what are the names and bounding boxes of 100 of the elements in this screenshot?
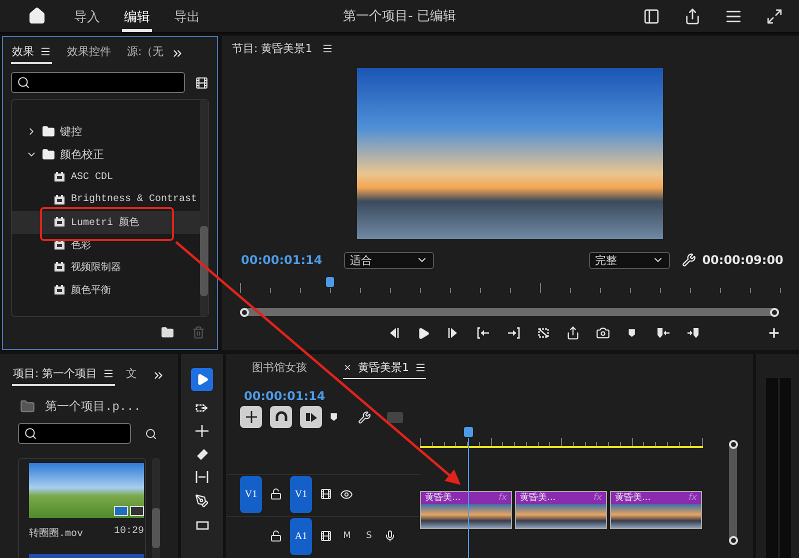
menu-icon[interactable]: [40, 46, 51, 57]
scrollbar[interactable]: [200, 100, 208, 316]
track-select-icon[interactable]: [194, 402, 210, 414]
new-folder-icon[interactable]: [161, 326, 174, 339]
zoom-dropdown[interactable]: 适合: [344, 252, 434, 268]
pen-icon[interactable]: [195, 494, 209, 508]
quality-dropdown[interactable]: 完整: [589, 252, 670, 268]
lock-icon[interactable]: [270, 488, 282, 500]
close-icon[interactable]: [343, 362, 352, 372]
marker-back-icon[interactable]: [655, 327, 671, 339]
selection-tool[interactable]: [191, 368, 213, 391]
playhead[interactable]: [326, 277, 334, 287]
home-icon[interactable]: [28, 7, 46, 25]
solo-toggle[interactable]: S: [362, 531, 376, 541]
clip-label: 黄昏美...: [615, 492, 651, 504]
track-target[interactable]: A1: [290, 518, 312, 554]
project-path: 第一个项目.p...: [45, 399, 142, 415]
panel-tab[interactable]: 源:（无: [126, 42, 165, 64]
film-icon[interactable]: [320, 488, 332, 500]
settings-icon[interactable]: [682, 253, 696, 267]
workspace-tab[interactable]: 编辑: [122, 0, 152, 32]
preset-icon[interactable]: [195, 76, 209, 90]
scrollbar-thumb[interactable]: [200, 226, 208, 296]
panel-icon[interactable]: [643, 8, 660, 24]
magnet-icon[interactable]: [274, 411, 288, 423]
parent-folder-icon[interactable]: [20, 399, 35, 414]
scrollbar[interactable]: [152, 458, 160, 558]
mute-toggle[interactable]: M: [340, 531, 354, 541]
film-icon[interactable]: [320, 530, 332, 542]
menu-icon[interactable]: [103, 368, 114, 379]
photo-placeholder[interactable]: [29, 463, 144, 518]
workspace-tab[interactable]: 导出: [172, 0, 202, 32]
eye-icon[interactable]: [340, 488, 353, 500]
workspace-tab[interactable]: 导入: [72, 0, 102, 32]
folder-icon: [42, 125, 55, 138]
safe-margins-icon[interactable]: [536, 327, 550, 339]
camera-icon[interactable]: [596, 326, 610, 340]
window-title: 第一个项目- 已编辑: [343, 8, 456, 25]
step-forward-icon[interactable]: [446, 327, 460, 339]
video-clip[interactable]: 黄昏美... fx: [420, 491, 512, 529]
slip-icon[interactable]: [194, 471, 210, 483]
lock-icon[interactable]: [270, 530, 282, 542]
effect-icon: [54, 262, 65, 272]
video-clip[interactable]: 黄昏美... fx: [610, 491, 702, 529]
panel-tab[interactable]: 效果控件: [66, 42, 112, 64]
sequence-tab[interactable]: 黄昏美景1: [343, 356, 426, 378]
fx-label: fx: [688, 492, 697, 504]
playhead[interactable]: [464, 427, 473, 437]
rectangle-tool-icon[interactable]: [196, 519, 208, 531]
marker-icon[interactable]: [330, 411, 340, 423]
ripple-edit-icon[interactable]: [194, 425, 210, 437]
clip-name: 转圈圈.mov: [29, 527, 84, 540]
marker-icon[interactable]: [628, 327, 638, 339]
split-icon[interactable]: [244, 411, 258, 423]
panel-tab[interactable]: 项目: 第一个项目: [12, 364, 116, 386]
menu-icon[interactable]: [415, 362, 426, 372]
panel-tab[interactable]: 文: [125, 364, 138, 386]
add-button-icon[interactable]: [767, 326, 781, 340]
go-to-out-icon[interactable]: [506, 327, 520, 339]
current-timecode[interactable]: 00:00:01:14: [241, 253, 322, 267]
link-icon[interactable]: [304, 411, 318, 423]
folder-label[interactable]: 键控: [60, 124, 82, 139]
current-timecode[interactable]: 00:00:01:14: [244, 389, 326, 403]
panel-tab[interactable]: 效果: [11, 42, 52, 64]
marker-forward-icon[interactable]: [685, 327, 701, 339]
vertical-scrollbar[interactable]: [729, 440, 737, 545]
export-icon[interactable]: [566, 326, 580, 340]
nest-button[interactable]: [240, 406, 262, 428]
search-field[interactable]: [11, 72, 186, 93]
snap-button[interactable]: [270, 406, 292, 428]
zoom-scrollbar[interactable]: [240, 308, 779, 316]
search-icon: [24, 427, 37, 440]
clip-label: 黄昏美...: [520, 492, 556, 504]
go-to-in-icon[interactable]: [476, 327, 490, 339]
share-icon[interactable]: [684, 8, 701, 24]
video-clip[interactable]: 黄昏美... fx: [515, 491, 607, 529]
pointer-icon: [196, 373, 208, 386]
fx-label: fx: [498, 492, 507, 504]
effect-item[interactable]: Brightness & Contrast: [12, 188, 200, 211]
effect-item[interactable]: 视频限制器: [12, 256, 200, 278]
timeline-ruler[interactable]: [420, 436, 703, 448]
search-icon: [17, 76, 30, 89]
find-icon[interactable]: [145, 428, 157, 440]
sequence-tab[interactable]: 图书馆女孩: [252, 356, 307, 378]
razor-icon[interactable]: [196, 448, 208, 460]
effect-item[interactable]: ASC CDL: [12, 166, 200, 188]
effect-item[interactable]: Lumetri 颜色: [12, 211, 200, 234]
clip-label: 黄昏美...: [425, 492, 461, 504]
play-icon[interactable]: [416, 326, 430, 340]
effect-item[interactable]: 颜色平衡: [12, 278, 200, 301]
scrollbar-thumb[interactable]: [152, 508, 160, 548]
source-patch[interactable]: V1: [240, 476, 262, 512]
linked-selection-button[interactable]: [300, 406, 322, 428]
folder-label[interactable]: 颜色校正: [60, 147, 104, 162]
search-field[interactable]: [18, 423, 131, 444]
menu-icon[interactable]: [322, 42, 334, 54]
fullscreen-icon[interactable]: [766, 8, 783, 24]
microphone-icon[interactable]: [384, 530, 396, 542]
settings-icon[interactable]: [358, 410, 371, 424]
track-target[interactable]: V1: [290, 476, 312, 512]
